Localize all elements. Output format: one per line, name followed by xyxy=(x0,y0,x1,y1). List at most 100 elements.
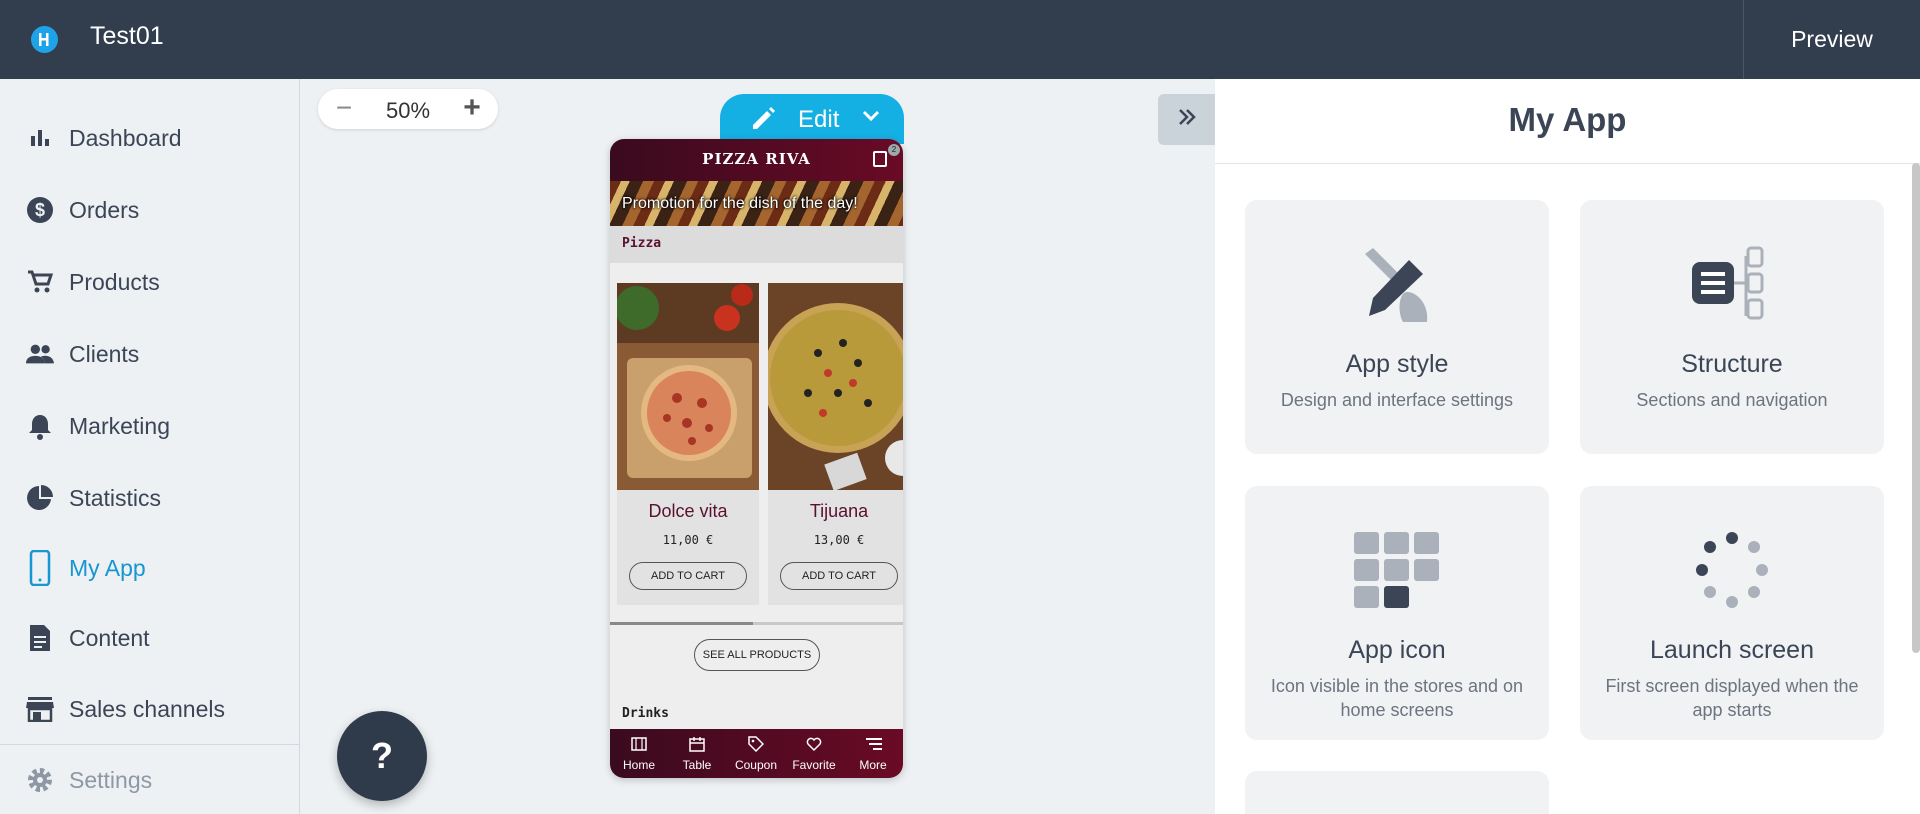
loading-spinner-icon xyxy=(1682,532,1782,612)
app-tab-bar: Home Table Coupon Favorite More xyxy=(610,729,903,778)
zoom-control: − 50% + xyxy=(318,89,498,129)
help-button[interactable]: ? xyxy=(337,711,427,801)
section-title: Pizza xyxy=(622,236,662,251)
promo-banner[interactable]: Promotion for the dish of the day! xyxy=(610,181,903,226)
store-icon xyxy=(26,695,54,723)
add-to-cart-button[interactable]: ADD TO CART xyxy=(629,562,747,590)
divider xyxy=(0,744,299,745)
promo-banner-text: Promotion for the dish of the day! xyxy=(622,195,858,212)
sidebar-item-label: Settings xyxy=(69,766,153,793)
panel-scrollbar[interactable] xyxy=(1912,163,1920,653)
sidebar-item-label: Sales channels xyxy=(69,695,225,722)
horizontal-scrollbar[interactable] xyxy=(610,622,753,625)
bar-chart-icon xyxy=(26,124,54,152)
dollar-circle-icon: $ xyxy=(26,196,54,224)
sidebar-item-label: Statistics xyxy=(69,484,162,511)
tab-label: Table xyxy=(682,758,712,772)
structure-tile[interactable]: Structure Sections and navigation xyxy=(1580,200,1884,454)
preview-button[interactable]: Preview xyxy=(1744,0,1920,79)
tab-table[interactable]: Table xyxy=(668,729,726,778)
product-card[interactable]: Tijuana 13,00 € ADD TO CART xyxy=(763,283,903,605)
tab-more[interactable]: More xyxy=(844,729,902,778)
sidebar-item-statistics[interactable]: Statistics xyxy=(0,468,299,528)
cart-icon[interactable] xyxy=(873,151,887,167)
pencil-brush-icon xyxy=(1347,246,1447,326)
see-all-products-button[interactable]: SEE ALL PRODUCTS xyxy=(694,639,820,671)
panel-title: My App xyxy=(1508,101,1627,138)
product-name: Tijuana xyxy=(809,501,869,521)
tab-label: Home xyxy=(622,758,655,772)
top-bar: Test01 Preview xyxy=(0,0,1920,79)
sidebar-item-content[interactable]: Content xyxy=(0,608,299,668)
tab-home[interactable]: Home xyxy=(610,729,668,778)
product-image xyxy=(615,283,759,490)
product-name: Dolce vita xyxy=(648,501,728,521)
people-icon xyxy=(26,340,54,368)
zoom-in-button[interactable]: + xyxy=(458,93,486,123)
sidebar-item-sales-channels[interactable]: Sales channels xyxy=(0,679,299,739)
product-card[interactable]: Dolce vita 11,00 € ADD TO CART xyxy=(615,283,759,605)
tag-icon xyxy=(748,736,765,753)
phone-icon xyxy=(26,550,54,586)
app-title: Test01 xyxy=(90,22,164,50)
chevron-down-icon xyxy=(862,109,880,127)
tile-title: Launch screen xyxy=(1649,636,1814,664)
icon-grid-icon xyxy=(1347,532,1447,612)
tile-description: Sections and navigation xyxy=(1636,390,1828,410)
app-store-name: PIZZA RIVA xyxy=(702,150,811,168)
product-price: 13,00 € xyxy=(813,533,865,547)
cart-count-badge: 2 xyxy=(888,144,900,156)
app-logo-icon xyxy=(31,26,58,53)
cart-icon xyxy=(26,268,54,296)
tile-title: Structure xyxy=(1681,350,1783,378)
zoom-out-button[interactable]: − xyxy=(332,94,356,122)
sidebar-item-my-app[interactable]: My App xyxy=(0,538,299,598)
tab-label: More xyxy=(859,758,887,772)
pie-chart-icon xyxy=(26,484,54,512)
phone-preview: PIZZA RIVA 2 Promotion for the dish of t… xyxy=(610,139,903,778)
edit-button[interactable]: Edit xyxy=(720,94,904,144)
divider xyxy=(1215,163,1920,164)
tab-coupon[interactable]: Coupon xyxy=(727,729,785,778)
sidebar-item-clients[interactable]: Clients xyxy=(0,324,299,384)
tab-favorite[interactable]: Favorite xyxy=(785,729,843,778)
launch-screen-tile[interactable]: Launch screen First screen displayed whe… xyxy=(1580,486,1884,740)
collapse-panel-button[interactable] xyxy=(1158,94,1215,145)
product-price: 11,00 € xyxy=(662,533,714,547)
add-to-cart-button[interactable]: ADD TO CART xyxy=(780,562,898,590)
tile-description: Icon visible in the stores and on home s… xyxy=(1270,676,1524,720)
sidebar-item-dashboard[interactable]: Dashboard xyxy=(0,108,299,168)
heart-icon xyxy=(806,736,822,752)
bell-icon xyxy=(26,412,54,440)
gear-icon xyxy=(26,766,54,794)
pencil-icon xyxy=(750,106,776,137)
zoom-level: 50% xyxy=(385,98,431,123)
sidebar-item-label: Clients xyxy=(69,340,140,367)
sidebar-item-label: Orders xyxy=(69,196,140,223)
edit-label: Edit xyxy=(798,106,840,133)
double-chevron-right-icon xyxy=(1177,108,1197,131)
tile-description: Design and interface settings xyxy=(1280,390,1514,410)
app-header: PIZZA RIVA 2 xyxy=(610,139,903,181)
home-menu-icon xyxy=(631,736,647,752)
sidebar-item-marketing[interactable]: Marketing xyxy=(0,396,299,456)
menu-icon xyxy=(865,736,882,752)
calendar-icon xyxy=(689,736,705,752)
svg-text:$: $ xyxy=(35,200,45,220)
sidebar-item-products[interactable]: Products xyxy=(0,252,299,312)
product-image xyxy=(763,283,903,491)
sidebar-item-label: My App xyxy=(69,554,146,581)
next-settings-tile[interactable] xyxy=(1245,771,1549,814)
app-style-tile[interactable]: App style Design and interface settings xyxy=(1245,200,1549,454)
structure-tree-icon xyxy=(1682,246,1782,326)
app-icon-tile[interactable]: App icon Icon visible in the stores and … xyxy=(1245,486,1549,740)
sidebar-item-orders[interactable]: $ Orders xyxy=(0,180,299,240)
tile-description: First screen displayed when the app star… xyxy=(1605,676,1859,720)
sidebar-item-settings[interactable]: Settings xyxy=(0,750,299,810)
sidebar-item-label: Content xyxy=(69,624,150,651)
sidebar-item-label: Dashboard xyxy=(69,124,182,151)
sidebar: Dashboard $ Orders Products Clients Mark… xyxy=(0,79,300,814)
tile-title: App icon xyxy=(1348,636,1446,664)
sidebar-item-label: Marketing xyxy=(69,412,170,439)
tab-label: Coupon xyxy=(734,758,778,772)
